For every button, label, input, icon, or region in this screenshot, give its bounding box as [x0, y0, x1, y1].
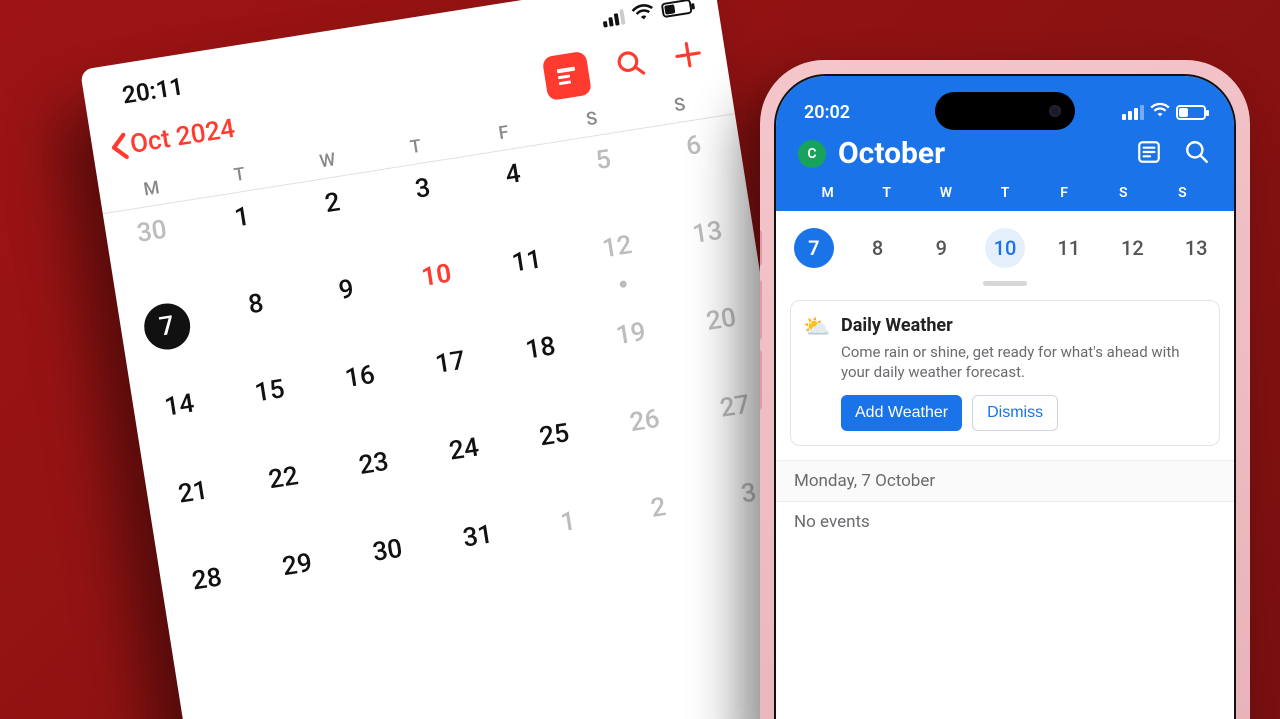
calendar-day[interactable]: 18 — [492, 317, 596, 418]
cellular-icon — [601, 8, 625, 27]
calendar-day[interactable]: 19 — [582, 302, 686, 403]
calendar-day[interactable]: 25 — [505, 403, 609, 504]
calendar-day[interactable]: 22 — [234, 446, 338, 547]
week-day[interactable]: 12 — [1101, 225, 1165, 271]
week-day[interactable]: 9 — [909, 225, 973, 271]
phone-side-button — [760, 280, 762, 340]
calendar-day[interactable]: 7 — [117, 287, 221, 388]
list-view-button[interactable] — [542, 51, 592, 101]
dynamic-island — [935, 92, 1075, 130]
phone-screen: 20:02 C October — [774, 74, 1236, 719]
wifi-icon — [630, 0, 656, 29]
calendar-day[interactable]: 2 — [609, 476, 713, 577]
dismiss-button[interactable]: Dismiss — [972, 395, 1058, 431]
account-avatar[interactable]: C — [798, 140, 826, 168]
dow-label: W — [916, 185, 975, 201]
calendar-day[interactable]: 30 — [103, 200, 207, 301]
weather-card-title: Daily Weather — [841, 315, 1205, 336]
calendar-day[interactable]: 2 — [283, 171, 387, 272]
week-day[interactable]: 8 — [846, 225, 910, 271]
calendar-day[interactable]: 12 — [568, 215, 672, 316]
calendar-day[interactable]: 30 — [338, 519, 442, 620]
no-events-label: No events — [776, 501, 1234, 542]
calendar-day[interactable]: 21 — [144, 461, 248, 562]
outlook-week-strip: 78910111213 — [776, 211, 1234, 279]
calendar-day[interactable]: 3 — [374, 157, 478, 258]
week-day[interactable]: 11 — [1037, 225, 1101, 271]
agenda-icon[interactable] — [1136, 139, 1162, 169]
battery-icon — [1176, 105, 1206, 120]
dow-label: M — [798, 185, 857, 201]
calendar-day[interactable]: 11 — [478, 230, 582, 331]
calendar-day[interactable]: 28 — [158, 548, 262, 649]
calendar-day[interactable]: 24 — [415, 418, 519, 519]
calendar-day[interactable]: 1 — [519, 490, 623, 591]
dow-label: F — [1035, 185, 1094, 201]
outlook-day-headers: MTWTFSS — [794, 185, 1216, 211]
calendar-day[interactable]: 1 — [193, 186, 297, 287]
calendar-day[interactable]: 9 — [297, 258, 401, 359]
calendar-day[interactable]: 4 — [464, 143, 568, 244]
dow-label: S — [1094, 185, 1153, 201]
add-weather-button[interactable]: Add Weather — [841, 395, 962, 431]
calendar-day[interactable]: 5 — [554, 128, 658, 229]
week-day[interactable]: 13 — [1164, 225, 1228, 271]
back-button[interactable]: Oct 2024 — [108, 114, 237, 163]
calendar-day[interactable]: 14 — [130, 374, 234, 475]
cellular-icon — [1122, 104, 1144, 120]
wifi-icon — [1150, 102, 1170, 123]
calendar-day[interactable]: 6 — [645, 114, 749, 215]
calendar-day[interactable]: 16 — [311, 345, 415, 446]
battery-icon — [661, 0, 693, 18]
search-icon[interactable] — [614, 47, 649, 85]
calendar-day[interactable]: 13 — [658, 201, 762, 302]
back-label: Oct 2024 — [128, 114, 237, 160]
calendar-day[interactable]: 23 — [325, 432, 429, 533]
calendar-day[interactable]: 15 — [221, 359, 325, 460]
week-day[interactable]: 7 — [782, 225, 846, 271]
weather-card-body: Come rain or shine, get ready for what's… — [841, 342, 1205, 383]
calendar-day[interactable]: 26 — [596, 389, 700, 490]
status-time: 20:11 — [120, 72, 185, 109]
phone-frame: 20:02 C October — [760, 60, 1250, 719]
status-time: 20:02 — [804, 102, 850, 123]
drag-handle[interactable] — [983, 281, 1027, 286]
date-header: Monday, 7 October — [776, 460, 1234, 501]
month-title[interactable]: October — [838, 136, 945, 171]
search-icon[interactable] — [1184, 139, 1210, 169]
ios-calendar-sheet: 20:11 Oct 2024 MTWTFSS 3012345678910 — [80, 0, 831, 719]
calendar-day[interactable]: 29 — [248, 533, 352, 634]
calendar-day[interactable]: 10 — [388, 244, 492, 345]
weather-icon: ⛅ — [803, 315, 830, 340]
dow-label: T — [975, 185, 1034, 201]
week-day[interactable]: 10 — [973, 225, 1037, 271]
add-event-button[interactable] — [671, 38, 706, 76]
calendar-day[interactable]: 17 — [401, 331, 505, 432]
weather-card: ⛅ Daily Weather Come rain or shine, get … — [790, 300, 1220, 446]
dow-label: T — [857, 185, 916, 201]
calendar-day[interactable]: 31 — [429, 505, 533, 606]
phone-side-button — [760, 350, 762, 410]
dow-label: S — [1153, 185, 1212, 201]
calendar-day[interactable]: 8 — [207, 273, 311, 374]
phone-side-button — [760, 230, 762, 266]
